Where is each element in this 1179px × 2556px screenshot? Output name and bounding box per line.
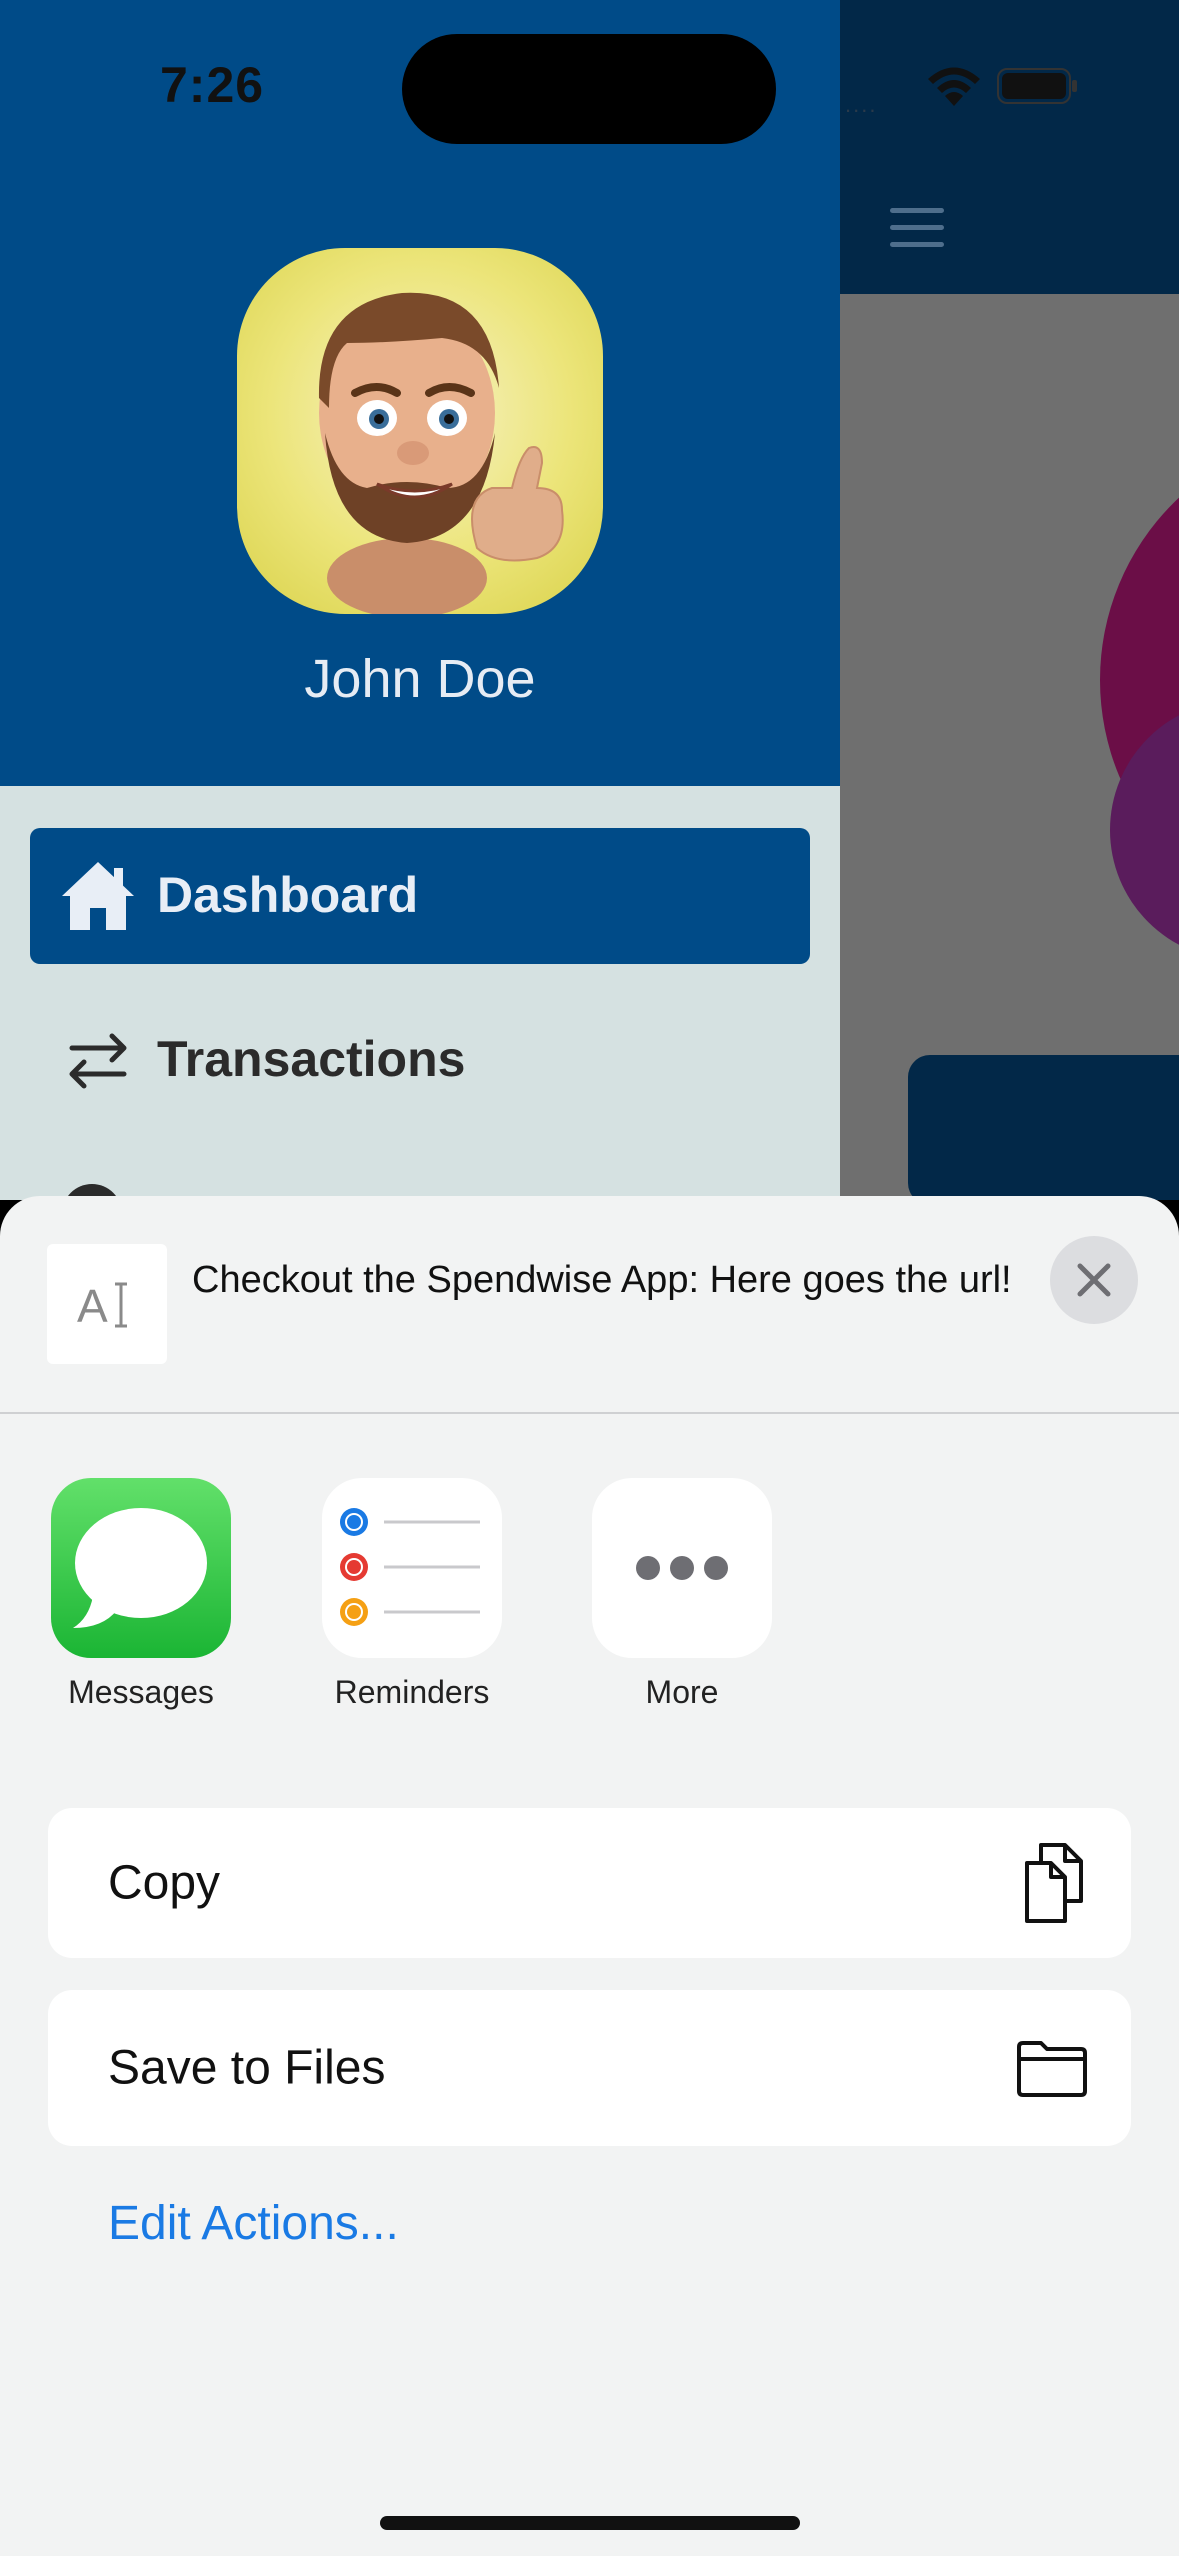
action-label: Copy xyxy=(108,1856,221,1910)
user-name: John Doe xyxy=(304,649,536,709)
nav-item-dashboard[interactable]: Dashboard xyxy=(30,828,810,964)
signal-icon: .... xyxy=(845,92,878,117)
copy-action[interactable]: Copy xyxy=(48,1808,1131,1958)
preview-thumbnail: A xyxy=(47,1244,167,1364)
battery-icon xyxy=(997,68,1077,104)
app-header xyxy=(840,0,1179,294)
nav-item-label: Dashboard xyxy=(157,867,419,923)
share-target-label: Reminders xyxy=(334,1674,490,1710)
background-app: + xyxy=(840,0,1179,1200)
save-to-files-action[interactable]: Save to Files xyxy=(48,1990,1131,2146)
share-target-label: Messages xyxy=(68,1674,214,1710)
edit-actions-link[interactable]: Edit Actions... xyxy=(108,2196,399,2251)
status-time: 7:26 xyxy=(160,57,265,113)
preview-text: Checkout the Spendwise App: Here goes th… xyxy=(192,1259,1012,1301)
home-indicator[interactable] xyxy=(380,2516,800,2530)
hamburger-icon[interactable] xyxy=(890,208,944,248)
share-target-more[interactable]: More xyxy=(592,1478,772,1711)
nav-item-label: Transactions xyxy=(157,1031,466,1087)
nav-item-transactions[interactable]: Transactions xyxy=(30,992,810,1128)
copy-icon xyxy=(1025,1843,1083,1923)
text-document-icon: A xyxy=(77,1280,127,1330)
close-button[interactable] xyxy=(1050,1236,1138,1324)
reminders-icon xyxy=(322,1478,502,1658)
side-drawer: John Doe Dashboard Transactions xyxy=(0,0,840,1224)
divider xyxy=(0,1412,1179,1414)
share-target-messages[interactable]: Messages xyxy=(51,1478,231,1711)
more-icon xyxy=(592,1478,772,1658)
action-label: Save to Files xyxy=(108,2041,386,2095)
wifi-icon xyxy=(928,67,980,106)
share-target-label: More xyxy=(645,1674,719,1710)
close-icon xyxy=(1077,1263,1111,1297)
messages-icon xyxy=(51,1478,231,1658)
add-transaction-button[interactable]: + xyxy=(908,1055,1179,1200)
share-sheet: A Checkout the Spendwise App: Here goes … xyxy=(0,1196,1179,2556)
status-icons: .... xyxy=(845,62,1085,117)
svg-text:A: A xyxy=(77,1280,108,1330)
folder-icon xyxy=(1017,2041,1087,2097)
transfer-arrows-icon xyxy=(69,1033,127,1089)
dynamic-island xyxy=(402,34,776,144)
share-target-reminders[interactable]: Reminders xyxy=(322,1478,502,1711)
avatar xyxy=(237,248,603,614)
home-icon xyxy=(62,862,134,930)
memoji-avatar-icon xyxy=(318,292,564,614)
